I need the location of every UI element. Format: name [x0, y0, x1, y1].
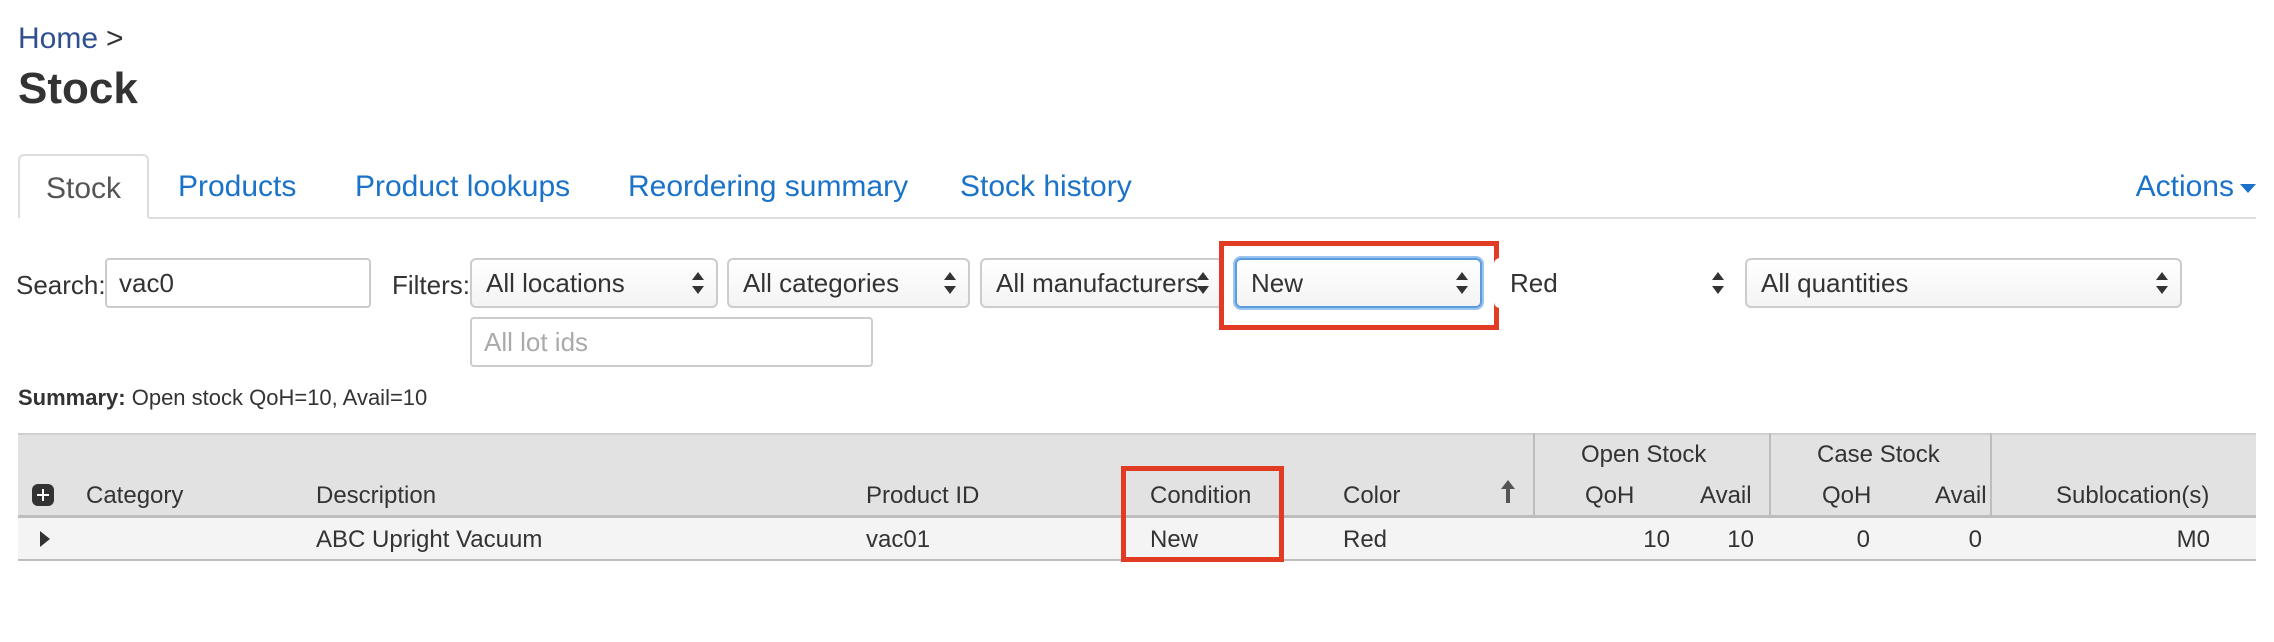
cell-color: Red	[1343, 526, 1388, 553]
condition-select-value: New	[1251, 268, 1304, 298]
search-label: Search:	[16, 270, 106, 300]
stock-summary: Summary: Open stock QoH=10, Avail=10	[18, 385, 427, 411]
header-open-qoh[interactable]: QoH	[1585, 482, 1634, 510]
summary-text: Open stock QoH=10, Avail=10	[131, 385, 428, 410]
actions-dropdown[interactable]: Actions	[2136, 154, 2256, 219]
manufacturer-select-value: All manufacturers	[996, 268, 1199, 298]
page-title: Stock	[18, 64, 138, 113]
tab-product-lookups[interactable]: Product lookups	[355, 154, 570, 219]
header-sublocations[interactable]: Sublocation(s)	[2056, 482, 2209, 510]
actions-label: Actions	[2135, 170, 2234, 203]
color-select[interactable]: Red	[1494, 258, 1738, 308]
select-arrows-icon	[1456, 272, 1468, 294]
category-select-value: All categories	[743, 268, 900, 298]
cell-case-qoh: 0	[1856, 526, 1870, 553]
manufacturer-select[interactable]: All manufacturers	[980, 258, 1223, 308]
cell-open-avail: 10	[1727, 526, 1754, 553]
cell-sublocations: M0	[2176, 526, 2210, 553]
breadcrumb-separator: >	[106, 22, 124, 55]
sort-ascending-icon[interactable]	[1500, 480, 1516, 510]
location-select-value: All locations	[486, 268, 625, 298]
lot-id-input[interactable]: All lot ids	[470, 317, 873, 367]
tab-bar-divider	[18, 217, 2256, 219]
expand-all-icon[interactable]	[32, 484, 54, 506]
tab-stock-history[interactable]: Stock history	[960, 154, 1132, 219]
expand-row-icon[interactable]	[40, 531, 50, 547]
header-group-open-stock: Open Stock	[1581, 441, 1707, 468]
header-group-case-stock: Case Stock	[1817, 441, 1940, 468]
caret-down-icon	[2240, 183, 2256, 193]
summary-label: Summary:	[18, 385, 126, 410]
tab-products[interactable]: Products	[178, 154, 296, 219]
condition-select[interactable]: New	[1235, 258, 1482, 308]
quantity-select[interactable]: All quantities	[1745, 258, 2182, 308]
location-select[interactable]: All locations	[470, 258, 718, 308]
cell-description: ABC Upright Vacuum	[316, 526, 543, 553]
tab-reordering-summary[interactable]: Reordering summary	[628, 154, 908, 219]
select-arrows-icon	[692, 272, 704, 294]
category-select[interactable]: All categories	[727, 258, 970, 308]
header-category[interactable]: Category	[86, 482, 183, 510]
color-select-value: Red	[1510, 268, 1558, 298]
select-arrows-icon	[2156, 272, 2168, 294]
header-case-avail[interactable]: Avail	[1935, 482, 1987, 510]
breadcrumb: Home >	[18, 22, 124, 56]
cell-case-avail: 0	[1968, 526, 1982, 553]
tab-stock[interactable]: Stock	[18, 154, 150, 219]
select-arrows-icon	[944, 272, 956, 294]
header-case-qoh[interactable]: QoH	[1822, 482, 1871, 510]
breadcrumb-home-link[interactable]: Home	[18, 22, 98, 55]
cell-product-id: vac01	[866, 526, 931, 553]
cell-open-qoh: 10	[1643, 526, 1670, 553]
quantity-select-value: All quantities	[1761, 268, 1909, 298]
header-color[interactable]: Color	[1343, 482, 1400, 510]
select-arrows-icon	[1197, 272, 1209, 294]
header-product-id[interactable]: Product ID	[866, 482, 979, 510]
header-open-avail[interactable]: Avail	[1700, 482, 1752, 510]
condition-column-highlight	[1121, 466, 1284, 562]
header-description[interactable]: Description	[316, 482, 436, 510]
select-arrows-icon	[1712, 272, 1724, 294]
filters-label: Filters:	[392, 270, 470, 300]
search-input[interactable]: vac0	[105, 258, 371, 308]
